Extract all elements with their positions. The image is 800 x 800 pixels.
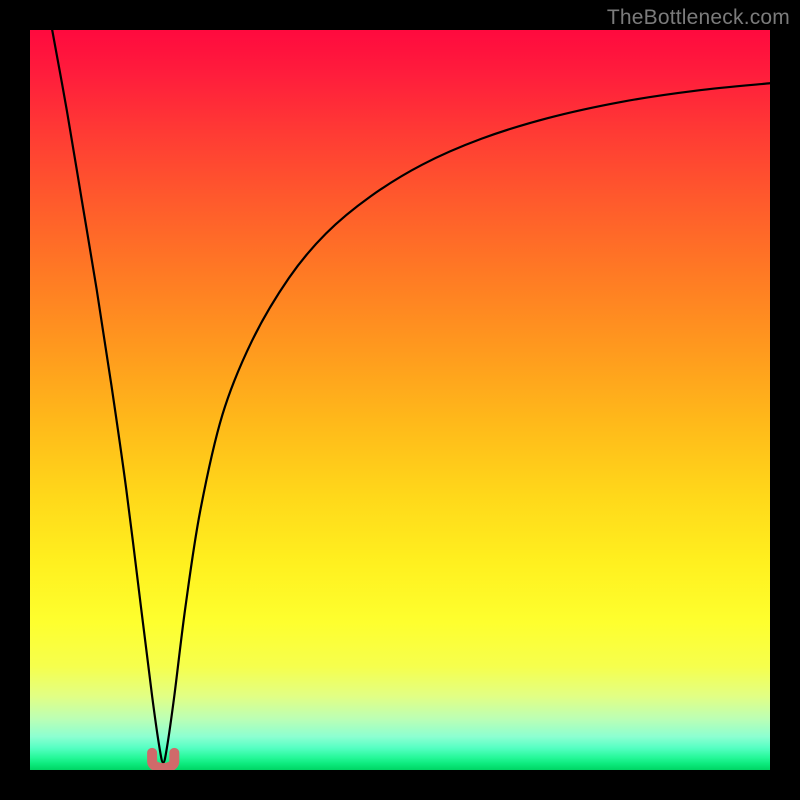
watermark-text: TheBottleneck.com (607, 6, 790, 30)
dip-marker-path (152, 753, 174, 768)
curve-path (52, 30, 770, 763)
chart-frame: TheBottleneck.com (0, 0, 800, 800)
dip-marker (152, 753, 174, 768)
plot-area (30, 30, 770, 770)
bottleneck-curve (52, 30, 770, 763)
curve-layer (30, 30, 770, 770)
